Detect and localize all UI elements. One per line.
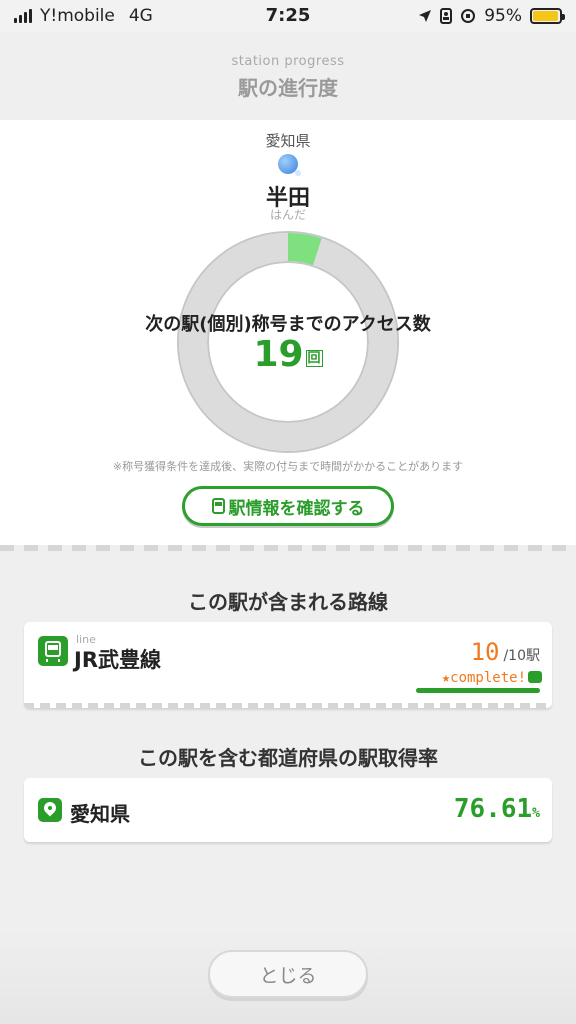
battery-percent: 95% bbox=[484, 6, 522, 26]
star-icon: ★ bbox=[441, 670, 451, 686]
line-progress-fill bbox=[416, 688, 540, 693]
section-divider bbox=[0, 545, 576, 551]
lines-section-title: この駅が含まれる路線 bbox=[188, 590, 388, 614]
mini-train-icon bbox=[528, 671, 542, 683]
ring-progress-fill bbox=[287, 233, 322, 266]
progress-note: ※称号獲得条件を達成後、実際の付与まで時間がかかることがあります bbox=[112, 460, 464, 473]
complete-badge-label: complete! bbox=[450, 670, 526, 686]
station-info-button-label: 駅情報を確認する bbox=[228, 498, 365, 519]
train-icon bbox=[38, 636, 68, 666]
progress-count-unit: 回 bbox=[305, 350, 323, 367]
train-icon bbox=[211, 498, 225, 514]
portrait-lock-icon bbox=[440, 8, 453, 24]
prefecture-rate-unit: % bbox=[532, 806, 540, 821]
line-total-count: /10駅 bbox=[503, 648, 540, 664]
station-info-button[interactable]: 駅情報を確認する bbox=[182, 486, 394, 526]
location-arrow-icon bbox=[419, 10, 432, 22]
line-acquired-count: 10 bbox=[470, 638, 500, 666]
rotation-lock-icon bbox=[461, 9, 476, 23]
card-dashed-edge bbox=[24, 703, 552, 708]
battery-icon bbox=[530, 8, 565, 24]
station-kana: はんだ bbox=[269, 208, 306, 222]
line-progress-bar bbox=[416, 688, 540, 693]
status-right: 95% bbox=[418, 6, 565, 26]
line-station-count: 10/10駅 bbox=[471, 638, 540, 666]
close-button[interactable]: とじる bbox=[208, 950, 368, 998]
prefecture-name: 愛知県 bbox=[70, 802, 130, 826]
header-subtitle: station progress bbox=[231, 54, 345, 69]
station-panel: 愛知県 半田 はんだ 次の駅(個別)称号までのアクセス数 19 回 ※称号獲得条件… bbox=[0, 120, 576, 545]
station-badge-icon bbox=[278, 154, 301, 176]
prefecture-rate: 76.61% bbox=[454, 794, 540, 824]
status-bar: Y!mobile 4G 7:25 95% bbox=[0, 0, 576, 32]
station-prefecture: 愛知県 bbox=[265, 132, 311, 150]
prefecture-rate-value: 76.61 bbox=[453, 794, 533, 824]
progress-count-value: 19 bbox=[253, 334, 304, 375]
progress-label: 次の駅(個別)称号までのアクセス数 bbox=[145, 314, 431, 335]
map-pin-icon bbox=[38, 798, 62, 822]
line-card[interactable]: line JR武豊線 10/10駅 ★complete! bbox=[24, 622, 552, 708]
battery-level bbox=[533, 11, 558, 21]
page-title: 駅の進行度 bbox=[238, 76, 338, 100]
complete-badge: ★complete! bbox=[442, 670, 542, 686]
prefecture-card[interactable]: 愛知県 76.61% bbox=[24, 778, 552, 842]
progress-count: 19 回 bbox=[0, 334, 576, 375]
prefecture-section-title: この駅を含む都道府県の駅取得率 bbox=[138, 746, 438, 770]
line-name: JR武豊線 bbox=[74, 648, 161, 672]
page-header: station progress 駅の進行度 bbox=[0, 32, 576, 120]
